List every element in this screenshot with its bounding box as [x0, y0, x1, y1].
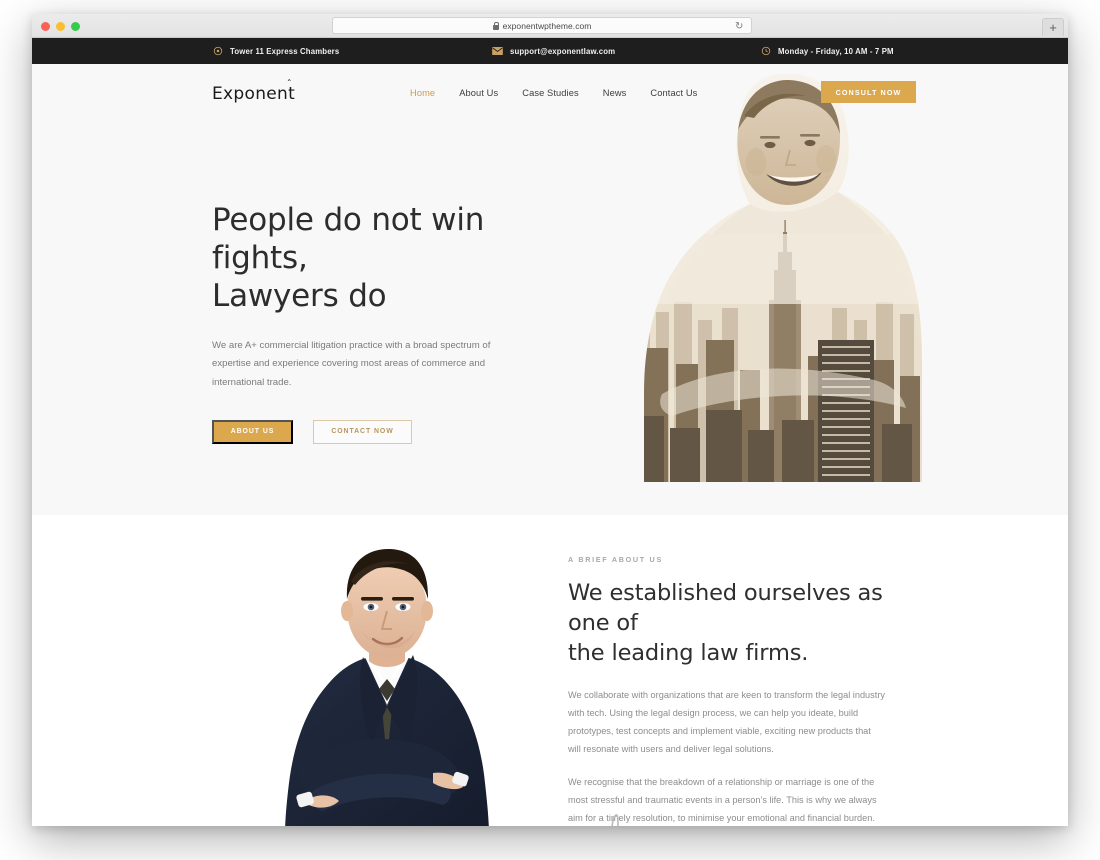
lock-icon [492, 21, 500, 30]
clock-icon [760, 46, 771, 57]
hero-heading: People do not win fights, Lawyers do [212, 202, 542, 315]
topbar-hours-text: Monday - Friday, 10 AM - 7 PM [778, 46, 894, 56]
hero-paragraph: We are A+ commercial litigation practice… [212, 340, 491, 388]
close-window-button[interactable] [41, 22, 50, 31]
nav-item-case-studies[interactable]: Case Studies [522, 88, 579, 98]
hero-image [626, 64, 936, 482]
about-image [237, 537, 537, 826]
nav-item-about-us[interactable]: About Us [459, 88, 498, 98]
hero-section: Exponent ˆ Home About Us Case Studies Ne… [32, 64, 1068, 515]
address-bar[interactable]: exponentwptheme.com ↻ [332, 17, 752, 34]
site-header: Exponent ˆ Home About Us Case Studies Ne… [32, 64, 1068, 126]
topbar-hours: Monday - Friday, 10 AM - 7 PM [760, 46, 894, 57]
hero-heading-line-1: People do not win fights, [212, 202, 485, 276]
envelope-icon [492, 46, 503, 57]
about-heading-line-2: the leading law firms. [568, 640, 809, 667]
new-tab-button[interactable]: + [1042, 18, 1064, 36]
reload-icon[interactable]: ↻ [735, 22, 745, 32]
site-viewport: Tower 11 Express Chambers support@expone… [32, 38, 1068, 826]
consult-now-button[interactable]: CONSULT NOW [821, 81, 916, 103]
hero-heading-line-2: Lawyers do [212, 277, 387, 314]
topbar-email[interactable]: support@exponentlaw.com [492, 46, 615, 57]
hero-content: People do not win fights, Lawyers do We … [212, 202, 542, 444]
location-pin-icon [212, 46, 223, 57]
contact-now-button[interactable]: CONTACT NOW [313, 419, 412, 444]
browser-window: exponentwptheme.com ↻ + Tower 11 Express… [32, 14, 1068, 826]
site-logo[interactable]: Exponent ˆ [212, 79, 296, 104]
window-controls[interactable] [41, 22, 80, 31]
signature-image [602, 810, 662, 826]
nav-item-news[interactable]: News [603, 88, 627, 98]
topbar-address: Tower 11 Express Chambers [212, 46, 339, 57]
about-eyebrow: A BRIEF ABOUT US [568, 555, 663, 564]
about-section: A BRIEF ABOUT US We established ourselve… [32, 515, 1068, 826]
nav-item-home[interactable]: Home [410, 88, 435, 98]
about-content: A BRIEF ABOUT US We established ourselve… [568, 555, 918, 826]
topbar-email-text: support@exponentlaw.com [510, 46, 616, 56]
url-text: exponentwptheme.com [502, 20, 592, 31]
top-info-bar: Tower 11 Express Chambers support@expone… [32, 38, 1068, 64]
about-us-button[interactable]: ABOUT US [212, 419, 293, 444]
page-root: exponentwptheme.com ↻ + Tower 11 Express… [0, 0, 1100, 860]
topbar-address-text: Tower 11 Express Chambers [230, 46, 340, 56]
logo-caret-icon: ˆ [286, 79, 293, 90]
about-heading-line-1: We established ourselves as one of [568, 580, 883, 637]
hero-buttons: ABOUT US CONTACT NOW [212, 419, 542, 444]
main-nav: Home About Us Case Studies News Contact … [410, 88, 697, 98]
about-paragraph-1: We collaborate with organizations that a… [568, 690, 885, 755]
site-logo-text: Exponent [212, 84, 296, 104]
about-heading: We established ourselves as one of the l… [568, 578, 918, 668]
minimize-window-button[interactable] [56, 22, 65, 31]
browser-chrome: exponentwptheme.com ↻ + [32, 14, 1068, 38]
maximize-window-button[interactable] [71, 22, 80, 31]
nav-item-contact-us[interactable]: Contact Us [650, 88, 697, 98]
